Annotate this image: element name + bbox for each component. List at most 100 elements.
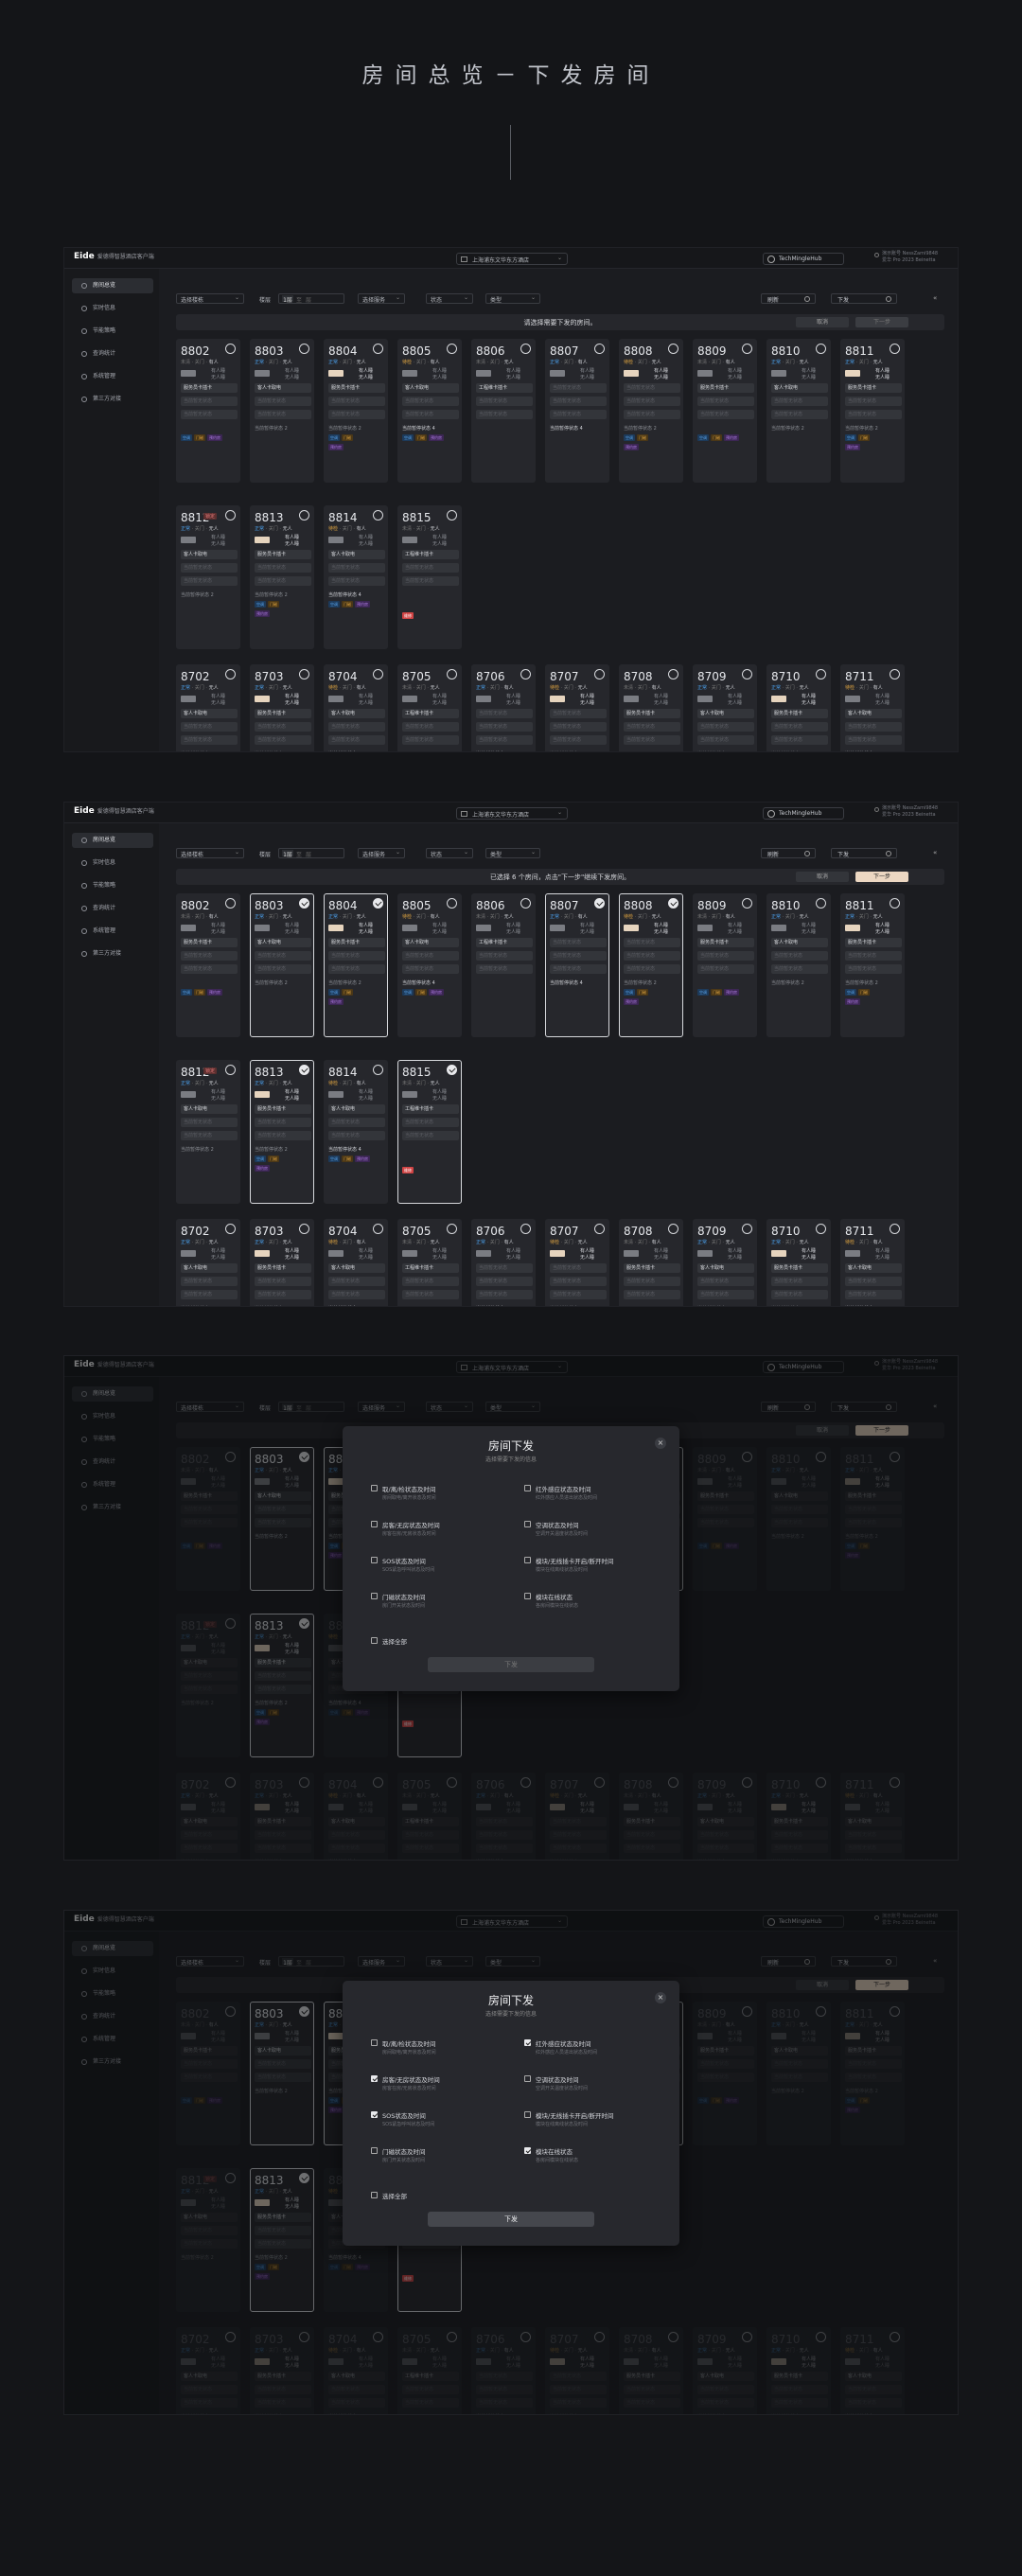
card-action-row[interactable]: 当前暂无状态 xyxy=(771,722,828,732)
card-action-row[interactable]: 当前暂无状态 xyxy=(328,1118,385,1127)
select-checkbox-icon[interactable] xyxy=(373,510,383,520)
select-checkbox-icon[interactable] xyxy=(668,669,678,679)
card-action-row[interactable]: 客人卡取电 xyxy=(771,383,828,393)
select-checkbox-icon[interactable] xyxy=(225,898,236,909)
dispatch-option[interactable]: 门磁状态及时间 房门开关状态及时间 xyxy=(371,2145,513,2170)
building-select[interactable]: 选择楼栋 ⌄ xyxy=(176,293,244,304)
card-action-row[interactable]: 服务员卡插卡 xyxy=(255,550,311,559)
status-select[interactable]: 状态 ⌄ xyxy=(426,293,473,304)
card-action-row[interactable]: 服务员卡插卡 xyxy=(255,1263,311,1273)
card-action-row[interactable]: 当前暂无状态 xyxy=(181,722,238,732)
select-checkbox-icon[interactable] xyxy=(594,344,605,354)
card-action-row[interactable]: 当前暂无状态 xyxy=(550,1277,607,1286)
card-action-row[interactable]: 当前暂无状态 xyxy=(624,410,680,419)
card-action-row[interactable]: 服务员卡插卡 xyxy=(624,709,680,718)
card-action-row[interactable]: 当前暂无状态 xyxy=(845,951,902,961)
card-action-row[interactable]: 当前暂无状态 xyxy=(181,735,238,745)
card-action-row[interactable]: 客人卡取电 xyxy=(402,938,459,947)
room-card[interactable]: 8803 正常 · 关门 · 无人有人睡无人睡客人卡取电当前暂无状态当前暂无状态当… xyxy=(250,339,314,483)
card-action-row[interactable]: 工程维卡插卡 xyxy=(402,550,459,559)
card-action-row[interactable]: 当前暂无状态 xyxy=(771,735,828,745)
sidebar-item[interactable]: 查询统计 xyxy=(72,346,153,362)
hotel-select[interactable]: 上海浦东文华东方酒店 ⌄ xyxy=(456,253,568,265)
card-action-row[interactable]: 当前暂无状态 xyxy=(550,938,607,947)
card-action-row[interactable]: 服务员卡插卡 xyxy=(697,938,754,947)
card-action-row[interactable]: 当前暂无状态 xyxy=(402,1131,459,1140)
card-action-row[interactable]: 当前暂无状态 xyxy=(550,1290,607,1299)
room-card[interactable]: 8809 未清 · 关门 · 有人有人睡无人睡服务员卡插卡当前暂无状态当前暂无状态… xyxy=(693,339,757,483)
card-action-row[interactable]: 当前暂无状态 xyxy=(328,722,385,732)
dispatch-option[interactable]: 门磁状态及时间 房门开关状态及时间 xyxy=(371,1591,513,1615)
card-action-row[interactable]: 当前暂无状态 xyxy=(771,951,828,961)
select-checkbox-icon[interactable] xyxy=(742,1224,752,1234)
select-checkbox-icon[interactable] xyxy=(668,344,678,354)
dispatch-option[interactable]: 空调状态及时间 空调开关温度状态及时间 xyxy=(524,2073,666,2098)
card-action-row[interactable]: 当前暂无状态 xyxy=(181,397,238,406)
room-card[interactable]: 8704 待检 · 关门 · 有人有人睡无人睡客人卡取电当前暂无状态当前暂无状态当… xyxy=(324,1219,388,1306)
sidebar-item[interactable]: 节能策略 xyxy=(72,878,153,893)
sidebar-item[interactable]: 系统管理 xyxy=(72,369,153,384)
checkbox[interactable] xyxy=(371,1637,378,1644)
card-action-row[interactable]: 服务员卡插卡 xyxy=(181,383,238,393)
select-checkbox-icon[interactable] xyxy=(299,669,309,679)
card-action-row[interactable]: 服务员卡插卡 xyxy=(181,938,238,947)
card-action-row[interactable]: 当前暂无状态 xyxy=(476,951,533,961)
card-action-row[interactable]: 当前暂无状态 xyxy=(255,964,311,974)
card-action-row[interactable]: 当前暂无状态 xyxy=(845,722,902,732)
room-card[interactable]: 8809 未清 · 关门 · 有人有人睡无人睡服务员卡插卡当前暂无状态当前暂无状态… xyxy=(693,893,757,1037)
room-card[interactable]: 8704 待检 · 关门 · 有人有人睡无人睡客人卡取电当前暂无状态当前暂无状态当… xyxy=(324,664,388,751)
card-action-row[interactable]: 当前暂无状态 xyxy=(255,735,311,745)
card-action-row[interactable]: 当前暂无状态 xyxy=(624,722,680,732)
card-action-row[interactable]: 当前暂无状态 xyxy=(697,1290,754,1299)
card-action-row[interactable]: 当前暂无状态 xyxy=(697,735,754,745)
checkbox[interactable] xyxy=(371,1485,378,1491)
card-action-row[interactable]: 当前暂无状态 xyxy=(402,397,459,406)
card-action-row[interactable]: 当前暂无状态 xyxy=(550,964,607,974)
checkbox[interactable] xyxy=(524,1521,531,1527)
card-action-row[interactable]: 当前暂无状态 xyxy=(476,1290,533,1299)
checkbox[interactable] xyxy=(371,2039,378,2046)
select-checkbox-icon[interactable] xyxy=(373,344,383,354)
room-card[interactable]: 8703 正常 · 关门 · 无人有人睡无人睡服务员卡插卡当前暂无状态当前暂无状态… xyxy=(250,1219,314,1306)
select-checkbox-icon[interactable] xyxy=(742,898,752,909)
dispatch-option[interactable]: 模块在线状态 各房间模块在线状态 xyxy=(524,1591,666,1615)
card-action-row[interactable]: 客人卡取电 xyxy=(255,383,311,393)
card-action-row[interactable]: 当前暂无状态 xyxy=(181,951,238,961)
card-action-row[interactable]: 客人卡取电 xyxy=(328,709,385,718)
card-action-row[interactable]: 当前暂无状态 xyxy=(328,735,385,745)
card-action-row[interactable]: 当前暂无状态 xyxy=(402,1277,459,1286)
floor-to[interactable]: 层 xyxy=(306,297,311,304)
submit-button[interactable]: 下发 xyxy=(428,2212,594,2227)
card-action-row[interactable]: 服务员卡插卡 xyxy=(624,1263,680,1273)
card-action-row[interactable]: 当前暂无状态 xyxy=(845,735,902,745)
close-icon[interactable]: × xyxy=(655,1992,666,2003)
card-action-row[interactable]: 当前暂无状态 xyxy=(402,735,459,745)
room-card[interactable]: 8802 未清 · 关门 · 有人有人睡无人睡服务员卡插卡当前暂无状态当前暂无状态… xyxy=(176,339,240,483)
sidebar-item[interactable]: 系统管理 xyxy=(72,924,153,939)
card-action-row[interactable]: 当前暂无状态 xyxy=(328,1131,385,1140)
floor-from[interactable]: 1层 xyxy=(282,850,293,858)
service-select[interactable]: 选择服务 ⌄ xyxy=(358,848,405,858)
checkbox[interactable] xyxy=(524,2147,531,2154)
dispatch-option[interactable]: 红外感应状态及时间 红外感应人员进出状态及时间 xyxy=(524,2038,666,2062)
room-card[interactable]: 8705 未清 · 关门 · 无人有人睡无人睡工程维卡插卡当前暂无状态当前暂无状态 xyxy=(397,1219,462,1306)
room-card[interactable]: 8807 正常 · 关门 · 有人有人睡无人睡当前暂无状态当前暂无状态当前暂无状态… xyxy=(545,339,609,483)
card-action-row[interactable]: 客人卡取电 xyxy=(328,550,385,559)
sidebar-item[interactable]: 节能策略 xyxy=(72,324,153,339)
card-action-row[interactable]: 当前暂无状态 xyxy=(255,1118,311,1127)
card-action-row[interactable]: 当前暂无状态 xyxy=(476,964,533,974)
card-action-row[interactable]: 当前暂无状态 xyxy=(328,951,385,961)
select-checkbox-icon[interactable] xyxy=(225,1065,236,1075)
dispatch-option[interactable]: SOS状态及时间 SOS紧急呼叫状态及时间 xyxy=(371,2109,513,2134)
checkbox[interactable] xyxy=(371,2192,378,2198)
room-card[interactable]: 8702 正常 · 关门 · 无人有人睡无人睡客人卡取电当前暂无状态当前暂无状态当… xyxy=(176,1219,240,1306)
refresh-button[interactable]: 刷新 xyxy=(761,293,816,304)
card-action-row[interactable]: 当前暂无状态 xyxy=(181,410,238,419)
room-card[interactable]: 8711 待检 · 关门 · 有人有人睡无人睡客人卡取电当前暂无状态当前暂无状态当… xyxy=(840,664,905,751)
card-action-row[interactable]: 当前暂无状态 xyxy=(697,951,754,961)
room-card[interactable]: 8811 正常 · 关门 · 无人有人睡无人睡服务员卡插卡当前暂无状态当前暂无状态… xyxy=(840,893,905,1037)
room-card[interactable]: 8804 正常 · 关门 · 无人有人睡无人睡服务员卡插卡当前暂无状态当前暂无状态… xyxy=(324,339,388,483)
card-action-row[interactable]: 当前暂无状态 xyxy=(771,1290,828,1299)
status-select[interactable]: 状态 ⌄ xyxy=(426,848,473,858)
card-action-row[interactable]: 当前暂无状态 xyxy=(771,397,828,406)
